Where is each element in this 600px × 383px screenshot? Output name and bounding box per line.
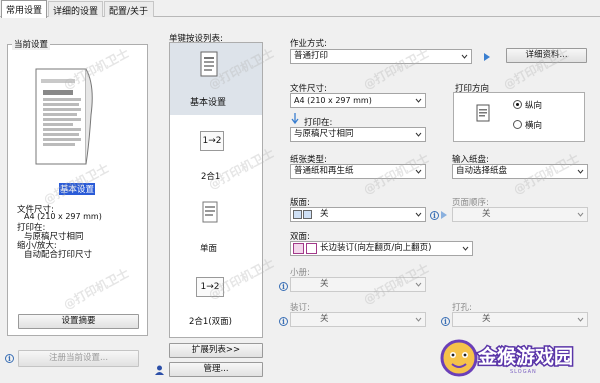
monkey-logo-icon	[440, 339, 478, 377]
info-icon: i	[441, 317, 450, 326]
brand-logo: 金猴游戏园 SLOGAN	[440, 338, 588, 380]
page-order-select-value: 关	[482, 209, 491, 219]
duplex-select[interactable]: 长边装订(向左翻页/向上翻页)	[290, 241, 473, 256]
paper-type-select-value: 普通纸和再生纸	[294, 166, 354, 176]
one-click-item-label: 单面	[200, 244, 218, 254]
chevron-down-icon	[461, 54, 468, 59]
doc-size-select-value: A4 (210 x 297 mm)	[294, 96, 372, 105]
brand-slogan: SLOGAN	[510, 369, 537, 375]
current-settings-title: 当前设置	[12, 38, 51, 50]
manage-button[interactable]: 管理...	[169, 362, 263, 377]
tab-detailed-settings[interactable]: 详细的设置	[48, 1, 103, 17]
chevron-down-icon	[415, 132, 422, 137]
layout-select[interactable]: 关	[290, 207, 426, 222]
orientation-landscape-label: 横向	[525, 121, 543, 131]
print-on-select-value: 与原稿尺寸相同	[294, 129, 354, 139]
print-on-select[interactable]: 与原稿尺寸相同	[290, 127, 426, 142]
chevron-down-icon	[415, 317, 422, 322]
tab-config-about[interactable]: 配置/关于	[104, 1, 154, 17]
tab-bar: 常用设置 详细的设置 配置/关于	[0, 0, 600, 18]
expand-list-button[interactable]: 扩展列表>>	[169, 343, 263, 358]
punch-select[interactable]: 关	[452, 312, 588, 327]
user-icon	[155, 365, 164, 375]
duplex-select-value: 长边装订(向左翻页/向上翻页)	[320, 243, 432, 253]
one-click-item-single-side[interactable]: 单面	[170, 193, 262, 255]
current-doc-size-value: A4 (210 x 297 mm)	[24, 212, 102, 221]
play-arrow-icon	[441, 211, 447, 219]
play-arrow-icon	[484, 53, 490, 61]
layout-select-value: 关	[320, 209, 329, 219]
chevron-down-icon	[415, 98, 422, 103]
one-click-item-label: 基本设置	[190, 98, 227, 108]
doc-size-select[interactable]: A4 (210 x 297 mm)	[290, 93, 426, 108]
input-tray-select-value: 自动选择纸盘	[456, 166, 508, 176]
page-order-select[interactable]: 关	[452, 207, 588, 222]
duplex-page-icon	[306, 243, 317, 254]
info-icon: i	[430, 211, 439, 220]
tab-common-settings[interactable]: 常用设置	[1, 0, 47, 18]
chevron-down-icon	[577, 212, 584, 217]
brand-name: 金猴游戏园	[476, 345, 574, 370]
register-settings-button[interactable]: 注册当前设置...	[18, 350, 139, 367]
chevron-down-icon	[462, 246, 469, 251]
duplex-page-icon	[293, 243, 304, 254]
single-side-icon	[202, 201, 218, 223]
chevron-down-icon	[577, 317, 584, 322]
orientation-landscape-radio[interactable]	[513, 120, 522, 129]
arrow-down-icon	[291, 113, 299, 125]
job-select-value: 普通打印	[294, 51, 329, 61]
portrait-page-icon	[476, 104, 490, 122]
staple-select[interactable]: 关	[290, 312, 426, 327]
info-icon: i	[279, 317, 288, 326]
staple-select-value: 关	[320, 314, 329, 324]
info-icon: i	[5, 354, 14, 363]
info-icon: i	[279, 282, 288, 291]
punch-select-value: 关	[482, 314, 491, 324]
two-in-one-icon: 1→2	[200, 131, 224, 151]
one-click-item-label: 2合1(双面)	[189, 317, 232, 327]
job-select[interactable]: 普通打印	[290, 49, 472, 64]
chevron-down-icon	[415, 212, 422, 217]
settings-summary-button[interactable]: 设置摘要	[18, 314, 139, 329]
booklet-select-value: 关	[320, 279, 329, 289]
job-label: 作业方式:	[290, 39, 327, 49]
orientation-portrait-radio[interactable]	[513, 100, 522, 109]
current-zoom-value: 自动配合打印尺寸	[24, 250, 93, 260]
layout-page-icon	[303, 210, 312, 219]
layout-page-icon	[293, 210, 302, 219]
chevron-down-icon	[577, 169, 584, 174]
orientation-portrait-label: 纵向	[525, 101, 543, 111]
